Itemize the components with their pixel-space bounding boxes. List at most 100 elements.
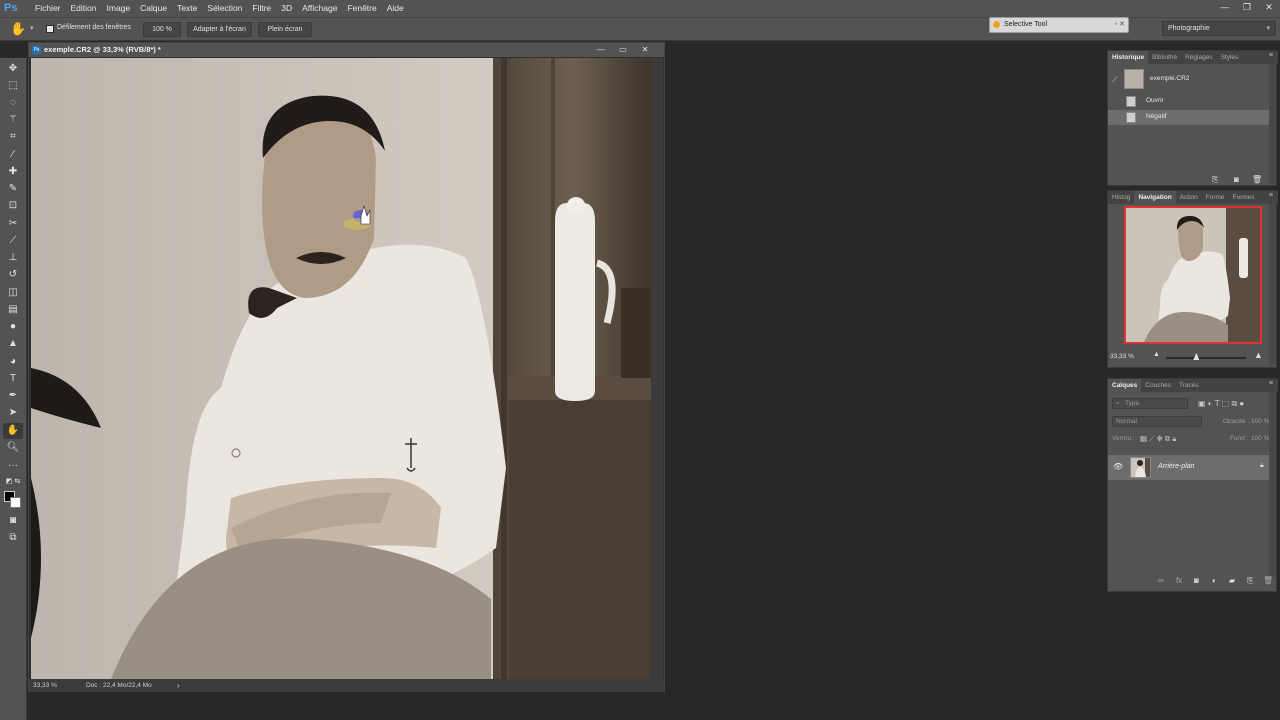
eyedropper-icon[interactable]: ⁄ <box>3 147 23 163</box>
tab-couches[interactable]: Couches <box>1141 379 1175 392</box>
trash-icon[interactable]: 🗑︎ <box>1252 175 1262 184</box>
history-snapshot[interactable]: ⟋ exemple.CR2 <box>1108 67 1270 93</box>
eye-icon[interactable]: 👁︎ <box>1113 462 1123 471</box>
camera-icon[interactable]: ◙ <box>1234 175 1239 184</box>
selective-tool-controls[interactable]: ▫ ✕ <box>1115 18 1125 32</box>
close-button[interactable]: ✕ <box>1258 0 1280 17</box>
hand-icon[interactable]: ✋ <box>3 423 23 439</box>
clone-stamp-icon[interactable]: ⊡ <box>3 198 23 214</box>
scroll-all-windows-checkbox[interactable] <box>46 25 54 33</box>
group-folder-icon[interactable]: ▰ <box>1229 576 1235 585</box>
panel-menu-icon[interactable]: ≡ <box>1269 380 1273 387</box>
menu-fichier[interactable]: Fichier <box>30 0 66 17</box>
opacity-value[interactable]: 100 % <box>1251 418 1269 425</box>
menu-aide[interactable]: Aide <box>382 0 409 17</box>
tab-navigation[interactable]: Navigation <box>1134 191 1176 204</box>
tab-historique[interactable]: Historique <box>1108 51 1149 64</box>
panel-menu-icon[interactable]: ≡ <box>1269 52 1273 59</box>
more-tools-icon[interactable]: ··· <box>3 458 23 474</box>
menu-selection[interactable]: Sélection <box>202 0 247 17</box>
trash-icon[interactable]: 🗑︎ <box>1263 576 1273 585</box>
tab-reglages[interactable]: Réglages <box>1181 51 1216 64</box>
layers-scrollbar[interactable] <box>1269 392 1276 577</box>
zoom-100-button[interactable]: 100 % <box>143 22 181 37</box>
background-color-swatch[interactable] <box>10 497 21 508</box>
layer-filter-icons[interactable]: ▣ ◐ T ⬚ ⧉ ● <box>1198 399 1244 409</box>
history-brush-source-icon[interactable]: ⟋ <box>1112 75 1118 85</box>
crop-icon[interactable]: ⌗ <box>3 129 23 145</box>
fill-value[interactable]: 100 % <box>1251 435 1269 442</box>
blur-icon[interactable]: ● <box>3 319 23 335</box>
screen-mode-icon[interactable]: ⧉ <box>3 530 23 546</box>
document-tab[interactable]: Ps exemple.CR2 @ 33,3% (RVB/8*) * — ▭ ✕ <box>29 43 664 57</box>
stamp-icon[interactable]: ⊥ <box>3 250 23 266</box>
lock-icon[interactable]: 🔒︎ <box>1260 462 1264 470</box>
tab-bibliotheques[interactable]: Bibliothè <box>1148 51 1181 64</box>
menu-edition[interactable]: Edition <box>66 0 102 17</box>
tab-calques[interactable]: Calques <box>1108 379 1142 392</box>
scissors-icon[interactable]: ✂ <box>3 216 23 232</box>
link-layers-icon[interactable]: ∞ <box>1158 576 1164 585</box>
default-colors-icon[interactable]: ◩ ⇆ <box>3 474 23 490</box>
navigator-zoom-slider[interactable] <box>1166 357 1246 359</box>
history-step-selected[interactable]: Négatif <box>1108 110 1270 125</box>
menu-calque[interactable]: Calque <box>135 0 172 17</box>
path-selection-icon[interactable]: ➤ <box>3 405 23 421</box>
document-minimize-button[interactable]: — <box>590 43 612 57</box>
tab-forme[interactable]: Forme <box>1202 191 1229 204</box>
preset-dropdown-icon[interactable]: ▾ <box>30 24 34 32</box>
menu-image[interactable]: Image <box>102 0 136 17</box>
blend-mode-select[interactable]: Normal <box>1112 416 1202 427</box>
lock-options-icons[interactable]: ▦ ⟋ ✥ ⧉ 🔒︎ <box>1140 434 1176 444</box>
marquee-icon[interactable]: ⬚ <box>3 78 23 94</box>
tab-actions[interactable]: Action <box>1176 191 1202 204</box>
workspace-select[interactable]: Photographie ▾ <box>1162 21 1276 36</box>
tab-histogramme[interactable]: Histog <box>1108 191 1134 204</box>
selective-tool-panel[interactable]: Selective Tool ▫ ✕ <box>989 17 1129 33</box>
navigator-zoom-value[interactable]: 33,33 % <box>1110 353 1134 360</box>
image-canvas[interactable] <box>31 58 651 679</box>
maximize-button[interactable]: ❐ <box>1236 0 1258 17</box>
history-scrollbar[interactable] <box>1269 64 1276 184</box>
magic-wand-icon[interactable]: ⚚ <box>3 112 23 128</box>
fill-screen-button[interactable]: Plein écran <box>258 22 312 37</box>
layer-row[interactable]: 👁︎ Arrière-plan 🔒︎ <box>1108 455 1270 480</box>
menu-3d[interactable]: 3D <box>276 0 297 17</box>
adjustment-layer-icon[interactable]: ◐ <box>1212 576 1217 585</box>
eraser-icon[interactable]: ◫ <box>3 285 23 301</box>
pen-icon[interactable]: ✒ <box>3 388 23 404</box>
lasso-icon[interactable]: ◌ <box>3 95 23 111</box>
quick-mask-icon[interactable]: ◙ <box>3 513 23 529</box>
tab-traces[interactable]: Tracés <box>1175 379 1203 392</box>
history-brush-icon[interactable]: ↺ <box>3 267 23 283</box>
tab-formes[interactable]: Formes <box>1229 191 1259 204</box>
zoom-out-icon[interactable]: ▲ <box>1153 351 1160 358</box>
document-scrollbar[interactable] <box>651 58 663 679</box>
zoom-in-icon[interactable]: ▲ <box>1254 350 1263 360</box>
tab-styles[interactable]: Styles <box>1217 51 1243 64</box>
layer-filter-field[interactable]: ⌕ Type <box>1112 398 1188 409</box>
zoom-icon[interactable]: 🔍︎ <box>3 440 23 456</box>
layer-style-icon[interactable]: fx <box>1176 576 1182 585</box>
gradient-icon[interactable]: ▤ <box>3 302 23 318</box>
history-step[interactable]: Ouvrir <box>1108 94 1270 109</box>
document-close-button[interactable]: ✕ <box>634 43 656 57</box>
layer-name[interactable]: Arrière-plan <box>1158 463 1195 470</box>
new-layer-icon[interactable]: ⎘ <box>1247 576 1253 586</box>
menu-texte[interactable]: Texte <box>172 0 202 17</box>
panel-menu-icon[interactable]: ≡ <box>1269 192 1273 199</box>
hand-tool-preset-icon[interactable]: ✋ <box>10 21 26 37</box>
navigator-preview[interactable] <box>1124 206 1262 344</box>
menu-fenetre[interactable]: Fenêtre <box>342 0 381 17</box>
layer-mask-icon[interactable]: ◙ <box>1194 576 1199 585</box>
healing-brush-icon[interactable]: ✚ <box>3 164 23 180</box>
dodge-icon[interactable]: ◕ <box>3 354 23 370</box>
fit-screen-button[interactable]: Adapter à l'écran <box>187 22 252 37</box>
brush-icon[interactable]: ⟋ <box>3 233 23 249</box>
sharpen-icon[interactable]: ▲ <box>3 336 23 352</box>
type-icon[interactable]: T <box>3 371 23 387</box>
new-document-from-state-icon[interactable]: ⎘ <box>1212 175 1218 185</box>
navigator-scrollbar[interactable] <box>1269 204 1276 364</box>
document-maximize-button[interactable]: ▭ <box>612 43 634 57</box>
minimize-button[interactable]: — <box>1214 0 1236 17</box>
